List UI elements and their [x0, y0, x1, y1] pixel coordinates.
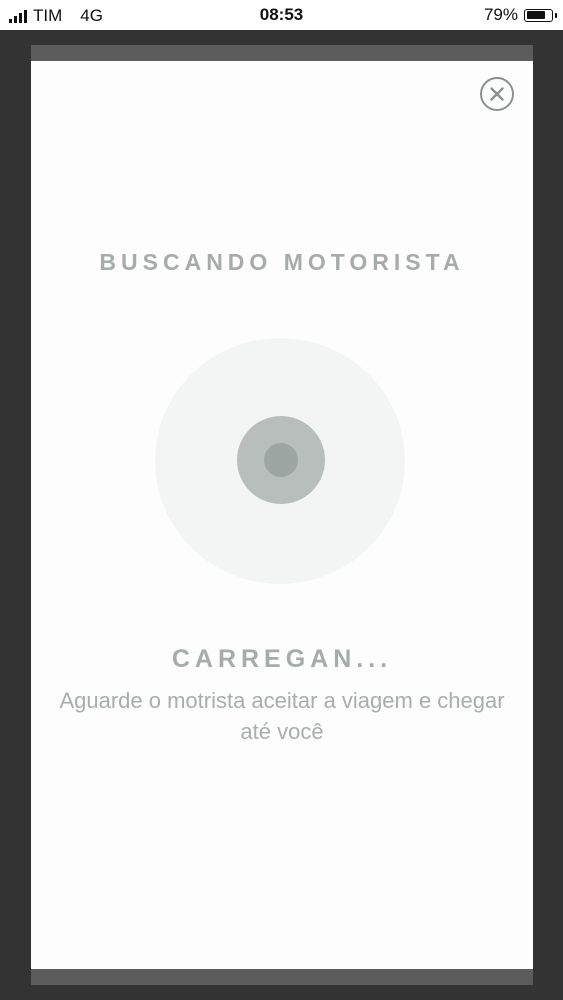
- close-icon: [490, 87, 504, 101]
- battery-fill: [526, 11, 546, 19]
- close-button[interactable]: [480, 77, 514, 111]
- modal-top-edge: [31, 45, 533, 61]
- battery-tip: [555, 12, 557, 18]
- loading-text: CARREGAN...: [171, 645, 393, 673]
- wait-message: Aguarde o motrista aceitar a viagem e ch…: [59, 688, 505, 744]
- battery-percent: 79%: [483, 5, 518, 24]
- status-time: 08:53: [259, 5, 304, 24]
- radar-center-dot: [264, 443, 298, 477]
- status-bar-right: 79%: [483, 5, 557, 25]
- modal-title: BUSCANDO MOTORISTA: [99, 249, 465, 275]
- searching-driver-modal: BUSCANDO MOTORISTA CARREGAN... Aguarde o…: [31, 61, 533, 969]
- battery-icon: [524, 8, 557, 22]
- modal-bottom-edge: [31, 969, 533, 985]
- status-bar: TIM 4G 08:53 79%: [0, 0, 563, 30]
